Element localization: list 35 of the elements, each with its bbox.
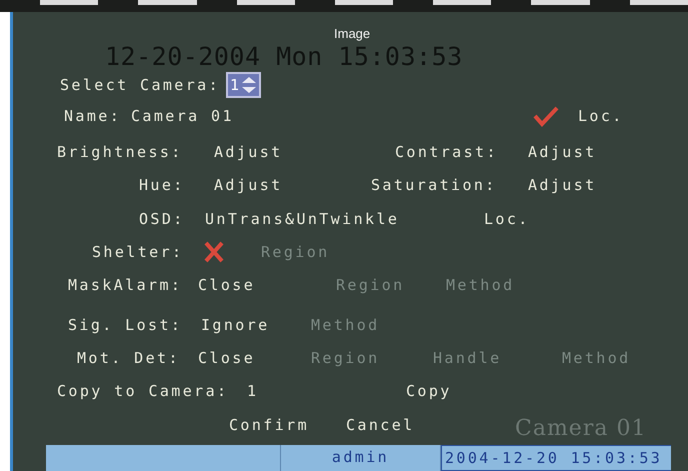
field-value[interactable]: Ignore xyxy=(201,315,270,335)
camera-spinner[interactable]: 1 xyxy=(226,72,262,98)
cross-icon[interactable] xyxy=(204,241,224,263)
menu-button[interactable]: Adjust xyxy=(214,142,283,162)
menu-button[interactable]: Loc. xyxy=(484,209,530,229)
menu-button[interactable]: Copy xyxy=(406,381,452,401)
user-name: admin xyxy=(281,445,441,471)
field-value[interactable]: Close xyxy=(198,348,256,368)
field-label: Shelter: xyxy=(92,242,184,262)
field-label: Select Camera: xyxy=(60,75,220,95)
checkmark-icon[interactable] xyxy=(533,105,559,127)
field-label: MaskAlarm: xyxy=(68,275,182,295)
field-label: Sig. Lost: xyxy=(68,315,182,335)
date-time: 2004-12-20 15:03:53 xyxy=(441,445,671,471)
field-label: Name: xyxy=(64,106,122,126)
field-value[interactable]: Close xyxy=(198,275,256,295)
menu-button[interactable]: Cancel xyxy=(346,415,415,435)
menu-title: Image xyxy=(334,26,370,41)
field-value[interactable]: Camera 01 xyxy=(131,106,234,126)
up-down-icon xyxy=(241,76,258,94)
menu-button[interactable]: Adjust xyxy=(528,175,597,195)
menu-button[interactable]: Adjust xyxy=(214,175,283,195)
menu-button[interactable]: Confirm xyxy=(229,415,310,435)
field-label: Hue: xyxy=(139,175,185,195)
field-label: Contrast: xyxy=(395,142,498,162)
field-label: OSD: xyxy=(139,209,185,229)
menu-button[interactable]: Loc. xyxy=(578,106,624,126)
field-value[interactable]: 1 xyxy=(247,381,258,401)
field-label: Saturation: xyxy=(371,175,497,195)
camera-name-overlay: Camera 01 xyxy=(515,416,646,441)
field-label: Mot. Det: xyxy=(77,348,180,368)
field-label: Brightness: xyxy=(57,142,183,162)
field-value[interactable]: UnTrans&UnTwinkle xyxy=(205,209,400,229)
field-label: Copy to Camera: xyxy=(57,381,228,401)
menu-button[interactable]: Adjust xyxy=(528,142,597,162)
